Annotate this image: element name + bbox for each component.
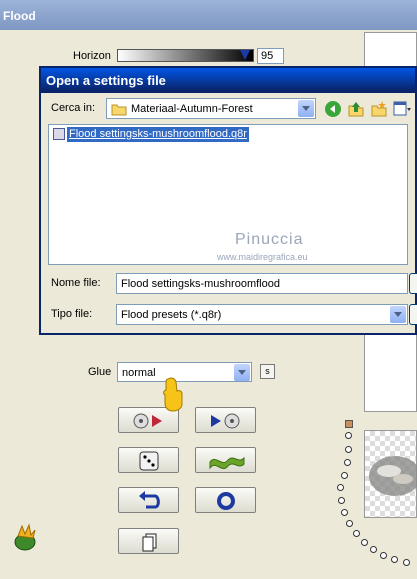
view-menu-icon[interactable] xyxy=(393,100,411,118)
undo-button[interactable] xyxy=(118,487,179,513)
save-settings-icon xyxy=(211,413,240,429)
arc-dot[interactable] xyxy=(338,497,345,504)
watermark-name: Pinuccia xyxy=(235,231,304,248)
arc-dot[interactable] xyxy=(344,459,351,466)
flood-title-bar: Flood xyxy=(0,0,417,30)
open-settings-dialog: Open a settings file Cerca in: Materiaal… xyxy=(39,66,417,335)
new-folder-icon[interactable] xyxy=(370,100,388,118)
horizon-slider-thumb[interactable] xyxy=(240,50,250,60)
save-settings-button[interactable] xyxy=(195,407,256,433)
horizon-slider[interactable] xyxy=(117,49,254,62)
filename-field[interactable]: Flood settingsks-mushroomflood xyxy=(116,273,408,294)
dialog-title: Open a settings file xyxy=(46,73,166,88)
glue-label: Glue xyxy=(88,366,112,378)
filetype-value: Flood presets (*.q8r) xyxy=(121,309,222,321)
preview-thumbnail xyxy=(369,456,417,496)
cancel-button[interactable] xyxy=(409,304,417,325)
flood-title: Flood xyxy=(3,9,36,23)
look-in-combo[interactable]: Materiaal-Autumn-Forest xyxy=(106,98,316,119)
arc-dot[interactable] xyxy=(346,520,353,527)
undo-icon xyxy=(139,491,160,509)
arc-dot[interactable] xyxy=(380,552,387,559)
watermark-url: www.maidiregrafica.eu xyxy=(217,252,308,262)
copy-icon xyxy=(142,533,157,552)
filename-label: Nome file: xyxy=(51,277,101,289)
arc-dot[interactable] xyxy=(370,546,377,553)
random-button[interactable] xyxy=(118,447,179,473)
logo-icon xyxy=(14,523,36,551)
folder-icon xyxy=(111,104,127,116)
arc-dot[interactable] xyxy=(345,446,352,453)
arc-dot[interactable] xyxy=(353,530,360,537)
look-in-dropdown-button[interactable] xyxy=(298,100,314,117)
up-folder-icon[interactable] xyxy=(347,100,365,118)
arc-dot[interactable] xyxy=(341,472,348,479)
arc-dot[interactable] xyxy=(337,484,344,491)
glue-dropdown-button[interactable] xyxy=(234,364,250,381)
wave-icon xyxy=(209,456,245,470)
back-icon[interactable] xyxy=(324,100,342,118)
settings-file-icon xyxy=(53,128,65,140)
look-in-label: Cerca in: xyxy=(51,102,96,114)
wave-button[interactable] xyxy=(195,447,256,473)
dialog-title-bar[interactable]: Open a settings file xyxy=(41,68,415,93)
horizon-value-field[interactable]: 95 xyxy=(257,48,284,64)
hand-pointer-icon xyxy=(163,377,183,412)
filetype-combo[interactable]: Flood presets (*.q8r) xyxy=(116,304,408,325)
file-list[interactable]: Flood settingsks-mushroomflood.q8r xyxy=(48,124,408,265)
glue-value: normal xyxy=(122,367,156,379)
arc-dot[interactable] xyxy=(341,509,348,516)
look-in-value: Materiaal-Autumn-Forest xyxy=(131,103,253,115)
horizon-label: Horizon xyxy=(73,50,111,62)
arc-dot[interactable] xyxy=(403,559,410,566)
arc-dot[interactable] xyxy=(361,539,368,546)
reset-button[interactable] xyxy=(195,487,256,513)
s-button[interactable]: s xyxy=(260,364,275,379)
filetype-dropdown-button[interactable] xyxy=(390,306,406,323)
preview-handle[interactable] xyxy=(345,420,353,428)
preview-pane-bottom xyxy=(364,430,417,518)
filetype-label: Tipo file: xyxy=(51,308,93,320)
arc-dot[interactable] xyxy=(345,432,352,439)
file-list-item-name[interactable]: Flood settingsks-mushroomflood.q8r xyxy=(67,127,249,142)
open-button[interactable] xyxy=(409,273,417,294)
copy-button[interactable] xyxy=(118,528,179,554)
ring-icon xyxy=(217,492,235,510)
dice-icon xyxy=(139,451,159,471)
filename-value: Flood settingsks-mushroomflood xyxy=(121,278,280,290)
arc-dot[interactable] xyxy=(391,556,398,563)
